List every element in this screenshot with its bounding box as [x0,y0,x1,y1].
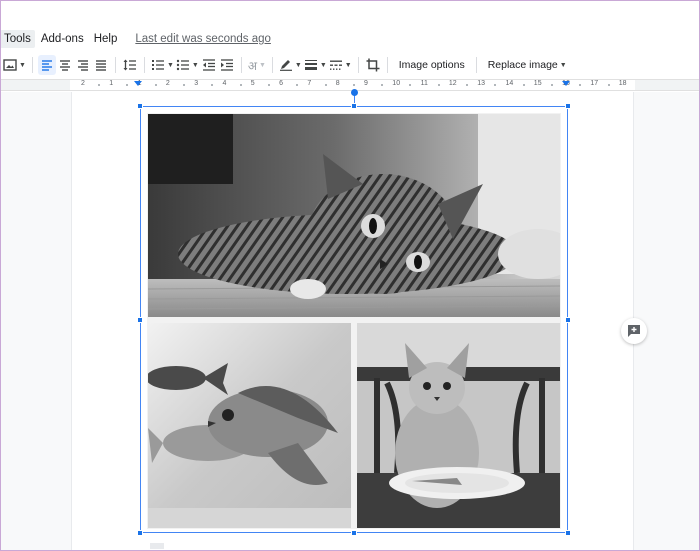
ruler-number: 5 [250,80,255,87]
ruler-number: 6 [279,80,283,87]
menu-addons[interactable]: Add-ons [37,33,88,45]
toolbar-separator [386,57,388,73]
toolbar-separator [31,57,33,73]
ruler-number: 7 [307,80,312,87]
chevron-down-icon: ▼ [559,61,567,69]
ruler-number: 11 [420,80,428,87]
resize-handle-top-left[interactable] [137,103,143,109]
ruler-number: 10 [392,80,401,87]
align-right-icon[interactable] [74,55,92,75]
input-tools-icon[interactable]: अ ▼ [247,55,267,75]
ruler-number: 1 [109,80,114,87]
ruler-number: 12 [448,80,457,87]
input-tools-glyph: अ [247,58,257,73]
toolbar-separator [357,57,359,73]
add-comment-button[interactable] [621,318,647,344]
replace-image-label: Replace image [487,59,558,71]
ruler-number: 9 [364,80,368,87]
ruler-number: 2 [81,80,85,87]
border-dash-icon[interactable]: ▼ [328,55,353,75]
page-bottom-marker [150,543,164,549]
resize-handle-top-right[interactable] [565,103,571,109]
ruler-number: 14 [505,80,514,87]
align-center-icon[interactable] [56,55,74,75]
ruler-tick [437,84,440,86]
menu-bar: Tools Add-ons Help Last edit was seconds… [0,28,700,50]
ruler-number: 13 [477,80,485,87]
menu-help[interactable]: Help [90,33,122,45]
ruler[interactable]: 2 1 1 2 3 4 5 6 7 8 9 10 11 12 13 14 15 16 17 18 [0,79,700,91]
crop-icon[interactable] [364,55,382,75]
toolbar-separator [271,57,273,73]
ruler-number: 15 [533,80,542,87]
ruler-number: 8 [335,80,340,87]
toolbar-separator [114,57,116,73]
line-spacing-icon[interactable] [121,55,139,75]
border-weight-icon[interactable]: ▼ [303,55,328,75]
resize-handle-bottom[interactable] [351,530,357,536]
ruler-tick [522,84,525,86]
last-edit-link[interactable]: Last edit was seconds ago [135,33,271,45]
align-left-icon[interactable] [37,55,56,75]
numbered-list-icon[interactable]: ▼ [150,55,175,75]
ruler-number: 3 [194,80,199,87]
justify-icon[interactable] [92,55,110,75]
image-options-button[interactable]: Image options [393,55,471,75]
resize-handle-right[interactable] [565,317,571,323]
ruler-tick [550,84,553,86]
image-icon[interactable]: ▼ [2,55,27,75]
add-comment-icon [628,325,640,337]
ruler-tick [267,84,270,86]
decrease-indent-icon[interactable] [200,55,218,75]
bulleted-list-icon[interactable]: ▼ [175,55,200,75]
border-color-icon[interactable]: ▼ [278,55,303,75]
toolbar-separator [475,57,477,73]
ruler-tick [607,84,610,86]
resize-handle-left[interactable] [137,317,143,323]
toolbar-separator [240,57,242,73]
ruler-number: 2 [165,80,170,87]
resize-handle-bottom-left[interactable] [137,530,143,536]
ruler-tick [324,84,327,86]
image-selection-box [140,106,568,533]
left-indent-marker[interactable] [134,81,142,86]
resize-handle-top[interactable] [351,103,357,109]
replace-image-button[interactable]: Replace image ▼ [482,55,573,75]
increase-indent-icon[interactable] [218,55,236,75]
rotate-handle[interactable] [351,89,358,96]
toolbar-separator [143,57,145,73]
ruler-tick [239,84,242,86]
ruler-number: 18 [618,80,627,87]
toolbar: ▼ ▼ ▼ अ ▼ ▼ ▼ ▼ Image options Replace im… [0,53,700,77]
resize-handle-bottom-right[interactable] [565,530,571,536]
right-indent-marker[interactable] [562,81,570,86]
ruler-number: 4 [222,80,227,87]
ruler-number: 17 [590,80,599,87]
ruler-tick [352,84,355,86]
menu-tools[interactable]: Tools [0,30,35,48]
ruler-tick [154,84,157,86]
